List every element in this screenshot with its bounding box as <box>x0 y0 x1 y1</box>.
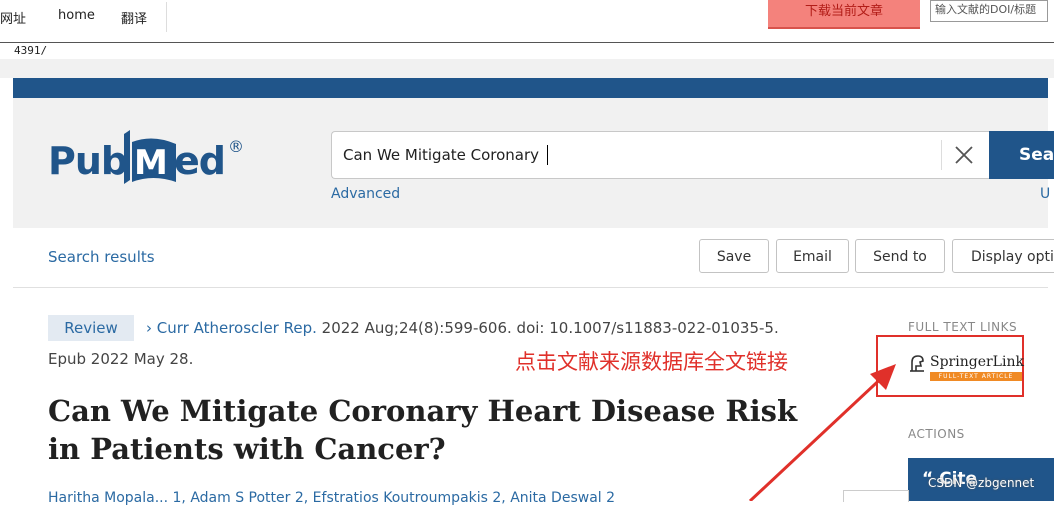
epub-date: Epub 2022 May 28. <box>48 350 194 368</box>
text-caret <box>547 145 548 165</box>
page-gap <box>0 59 1054 78</box>
article-type-badge: Review <box>48 315 134 341</box>
toolbar-divider <box>166 2 167 32</box>
doi-search-input[interactable]: 输入文献的DOI/标题 <box>930 0 1048 22</box>
journal-citation: › Curr Atheroscler Rep. 2022 Aug;24(8):5… <box>146 319 779 337</box>
search-button[interactable]: Search <box>989 131 1054 179</box>
display-options-button[interactable]: Display options <box>952 239 1054 273</box>
save-button[interactable]: Save <box>699 239 769 273</box>
nav-item-home[interactable]: home <box>58 8 95 23</box>
red-arrow-annotation <box>748 364 896 501</box>
registered-mark: ® <box>228 137 244 156</box>
article-title: Can We Mitigate Coronary Heart Disease R… <box>48 394 798 466</box>
logo-pub-text: Pub <box>48 139 127 183</box>
springer-link-label[interactable]: SpringerLink <box>930 354 1024 370</box>
nav-item-translate[interactable]: 翻译 <box>121 8 147 27</box>
logo-med-m: M <box>134 143 168 183</box>
logo-book-spine <box>124 130 130 184</box>
url-strip <box>0 42 1054 59</box>
citation-details: 2022 Aug;24(8):599-606. doi: 10.1007/s11… <box>316 319 779 337</box>
nav-item-site[interactable]: 网址 <box>0 8 26 27</box>
nih-banner <box>13 78 1048 98</box>
logo-ed-text: ed <box>174 139 225 183</box>
springer-fulltext-tag: FULL-TEXT ARTICLE <box>930 372 1022 381</box>
pubmed-logo[interactable]: Pub M ed <box>48 128 248 192</box>
search-results-link[interactable]: Search results <box>48 248 155 266</box>
full-text-links-heading: FULL TEXT LINKS <box>908 320 1018 334</box>
send-to-button[interactable]: Send to <box>855 239 945 273</box>
section-divider <box>13 287 1048 288</box>
url-text: 4391/ <box>14 44 48 57</box>
journal-link[interactable]: Curr Atheroscler Rep. <box>157 319 317 337</box>
springer-horse-icon <box>906 352 928 374</box>
download-article-button[interactable]: 下载当前文章 <box>768 0 920 29</box>
author-list[interactable]: Haritha Mopala... 1, Adam S Potter 2, Ef… <box>48 490 615 506</box>
actions-heading: ACTIONS <box>908 427 965 441</box>
close-icon[interactable] <box>952 143 976 167</box>
clear-divider <box>941 140 942 170</box>
chevron-right-icon: › <box>146 319 152 337</box>
advanced-search-link[interactable]: Advanced <box>331 186 400 202</box>
pubmed-logo-graphic: Pub M ed <box>48 130 226 184</box>
search-input[interactable] <box>343 146 923 164</box>
user-guide-link[interactable]: U <box>1040 186 1050 202</box>
watermark: CSDN @zbgennet <box>928 476 1035 490</box>
email-button[interactable]: Email <box>776 239 849 273</box>
